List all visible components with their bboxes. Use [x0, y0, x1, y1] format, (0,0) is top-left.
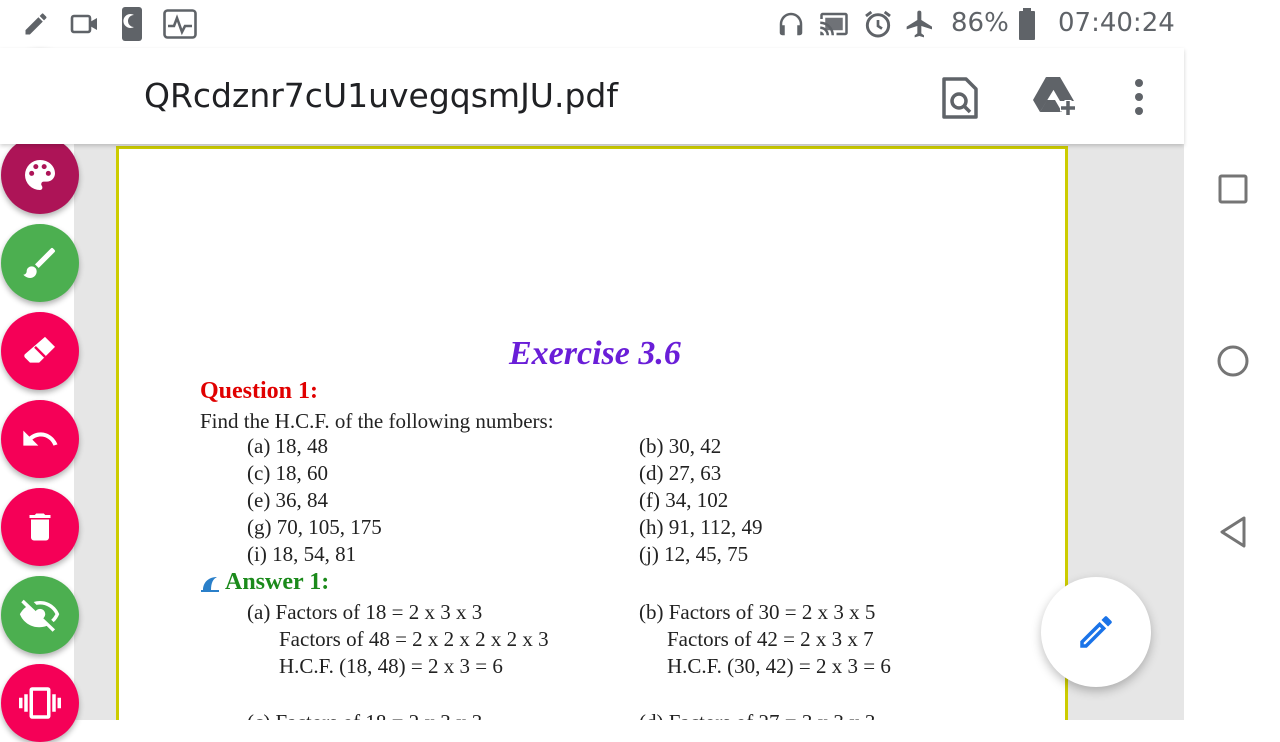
video-camera-icon — [70, 12, 100, 40]
question-item: (a) 18, 48 — [247, 434, 329, 458]
airplane-mode-icon — [904, 8, 936, 44]
undo-button[interactable] — [1, 400, 79, 478]
vibration-icon — [19, 687, 61, 719]
question-item: (c) 18, 60 — [247, 461, 329, 485]
battery-percentage: 86% — [951, 8, 1009, 38]
question-item: (d) 27, 63 — [639, 461, 722, 485]
eraser-tool-button[interactable] — [1, 312, 79, 390]
pdf-page: Exercise 3.6 Question 1: Find the H.C.F.… — [116, 146, 1068, 720]
triangle-back-icon — [1220, 516, 1246, 548]
undo-icon — [23, 430, 58, 446]
recent-apps-button[interactable] — [1218, 174, 1248, 208]
answer-line: H.C.F. (30, 42) = 2 x 3 = 6 — [667, 654, 891, 678]
answer-line: Factors of 48 = 2 x 2 x 2 x 2 x 3 — [279, 627, 549, 651]
question-prompt: Find the H.C.F. of the following numbers… — [200, 409, 554, 433]
question-item: (f) 34, 102 — [639, 488, 729, 512]
answer-line: (a) Factors of 18 = 2 x 3 x 3 — [247, 600, 483, 624]
system-navigation-bar — [1184, 0, 1280, 720]
status-bar: 86% 07:40:24 — [0, 0, 1184, 48]
home-button[interactable] — [1216, 344, 1250, 382]
battery-icon — [1018, 8, 1036, 44]
question-item: (h) 91, 112, 49 — [639, 515, 763, 539]
pdf-viewer[interactable]: Exercise 3.6 Question 1: Find the H.C.F.… — [74, 144, 1184, 720]
answer-line-partial: (c) Factors of 18 = 2 x 3 x 3 — [247, 710, 482, 720]
answer-line: H.C.F. (18, 48) = 2 x 3 = 6 — [279, 654, 503, 678]
brush-tool-button[interactable] — [1, 224, 79, 302]
delete-button[interactable] — [1, 488, 79, 566]
square-icon — [1218, 174, 1248, 204]
vibration-button[interactable] — [1, 664, 79, 742]
answer-logo-icon — [200, 574, 220, 598]
trash-icon — [29, 513, 51, 541]
pencil-edit-icon — [1080, 616, 1112, 648]
alarm-icon — [862, 8, 894, 44]
question-item: (j) 12, 45, 75 — [639, 542, 749, 566]
activity-monitor-icon — [163, 9, 197, 43]
answer-line-partial: (d) Factors of 27 = 3 x 3 x 3 — [639, 710, 875, 720]
search-document-icon[interactable] — [940, 76, 980, 124]
question-heading: Question 1: — [200, 378, 319, 404]
app-bar: QRcdznr7cU1uvegqsmJU.pdf — [0, 48, 1184, 144]
question-item: (e) 36, 84 — [247, 488, 329, 512]
hide-annotations-button[interactable] — [1, 576, 79, 654]
question-item: (b) 30, 42 — [639, 434, 722, 458]
answer-line: Factors of 42 = 2 x 3 x 7 — [667, 627, 874, 651]
answer-heading: Answer 1: — [225, 569, 330, 595]
back-button[interactable] — [1218, 515, 1248, 553]
color-palette-button[interactable] — [1, 136, 79, 214]
brush-icon — [23, 248, 55, 278]
answer-line: (b) Factors of 30 = 2 x 3 x 5 — [639, 600, 876, 624]
question-item: (g) 70, 105, 175 — [247, 515, 382, 539]
eraser-icon — [24, 336, 55, 363]
palette-icon — [25, 160, 55, 190]
more-options-icon[interactable] — [1132, 78, 1146, 120]
headphones-icon — [776, 9, 806, 43]
exercise-title: Exercise 3.6 — [509, 335, 681, 372]
question-item: (i) 18, 54, 81 — [247, 542, 357, 566]
file-name-title: QRcdznr7cU1uvegqsmJU.pdf — [144, 76, 618, 115]
pencil-notification-icon — [22, 10, 50, 42]
circle-icon — [1217, 345, 1249, 377]
add-to-drive-icon[interactable] — [1032, 74, 1080, 122]
cast-icon — [817, 9, 851, 43]
clock: 07:40:24 — [1058, 8, 1175, 38]
visibility-off-icon — [19, 599, 60, 632]
night-mode-phone-icon — [121, 6, 143, 46]
edit-pdf-button[interactable] — [1041, 577, 1151, 687]
